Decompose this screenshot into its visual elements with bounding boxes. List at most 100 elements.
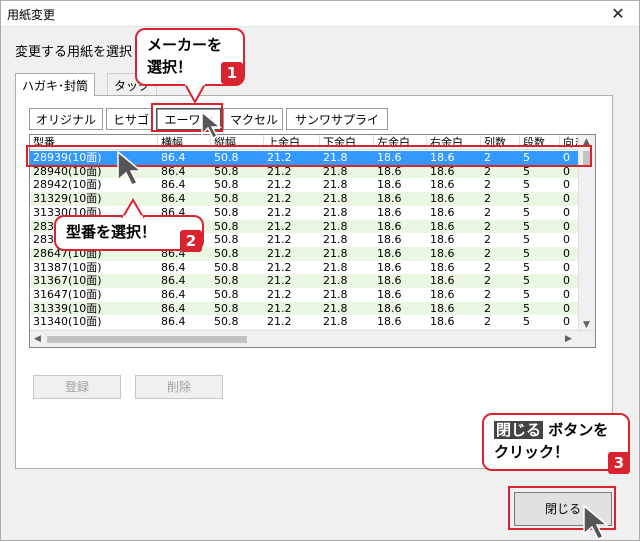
table-cell: 18.6 xyxy=(377,260,402,274)
table-cell: 31387(10面) xyxy=(33,260,102,274)
table-cell: 5 xyxy=(523,274,530,288)
table-cell: 5 xyxy=(523,301,530,315)
table-cell: 18.6 xyxy=(377,219,402,233)
table-cell: 18.6 xyxy=(430,178,455,192)
step-badge-1: 1 xyxy=(221,62,243,84)
table-cell: 21.2 xyxy=(267,178,292,192)
scroll-right-icon[interactable]: ▶ xyxy=(565,334,572,344)
table-cell: 86.4 xyxy=(161,192,186,206)
table-row[interactable]: 31367(10面) 86.4 50.8 21.2 21.8 18.6 18.6 2 5 0 xyxy=(30,274,595,288)
table-cell: 18.6 xyxy=(377,192,402,206)
callout-2-text: 型番を選択！ xyxy=(66,223,157,241)
table-cell: 21.2 xyxy=(267,205,292,219)
table-row[interactable]: 31647(10面) 86.4 50.8 21.2 21.8 18.6 18.6 2 5 0 xyxy=(30,288,595,302)
maker-button-hisago[interactable]: ヒサゴ xyxy=(106,108,152,130)
table-cell: 21.8 xyxy=(323,233,348,247)
table-cell: 18.6 xyxy=(430,288,455,301)
table-cell: 5 xyxy=(523,219,530,233)
maker-button-sanwa-supply[interactable]: サンワサプライ xyxy=(286,108,388,130)
table-cell: 18.6 xyxy=(430,205,455,219)
table-cell: 5 xyxy=(523,178,530,192)
table-cell: 18.6 xyxy=(430,192,455,206)
table-cell: 86.4 xyxy=(161,288,186,301)
table-cell: 18.6 xyxy=(430,301,455,315)
table-row[interactable]: 28942(10面) 86.4 50.8 21.2 21.8 18.6 18.6 2 5 0 xyxy=(30,178,595,192)
table-cell: 21.2 xyxy=(267,301,292,315)
mouse-cursor-icon xyxy=(583,504,608,540)
table-cell: 31367(10面) xyxy=(33,274,102,288)
table-cell: 2 xyxy=(484,315,491,329)
table-cell: 0 xyxy=(563,315,570,329)
table-cell: 21.8 xyxy=(323,301,348,315)
table-row[interactable]: 31387(10面) 86.4 50.8 21.2 21.8 18.6 18.6 2 5 0 xyxy=(30,261,595,275)
table-cell: 21.8 xyxy=(323,274,348,288)
table-cell: 2 xyxy=(484,192,491,206)
window-title: 用紙変更 xyxy=(7,8,56,22)
table-cell: 5 xyxy=(523,288,530,301)
scroll-down-icon[interactable]: ▼ xyxy=(583,320,590,330)
callout-3-line1: ボタンを xyxy=(543,421,609,439)
table-row[interactable]: 31340(10面) 86.4 50.8 21.2 21.8 18.6 18.6 2 5 0 xyxy=(30,315,595,329)
table-cell: 21.2 xyxy=(267,315,292,329)
table-cell: 18.6 xyxy=(430,219,455,233)
table-cell: 18.6 xyxy=(377,246,402,260)
table-cell: 31647(10面) xyxy=(33,288,102,301)
table-cell: 21.8 xyxy=(323,178,348,192)
table-cell: 86.4 xyxy=(161,274,186,288)
tab-hagaki-envelope[interactable]: ハガキ･封筒 xyxy=(15,73,96,96)
close-icon[interactable]: ✕ xyxy=(603,2,633,26)
horizontal-scroll-thumb[interactable] xyxy=(47,336,247,343)
table-cell: 21.2 xyxy=(267,274,292,288)
table-cell: 50.8 xyxy=(214,315,239,329)
callout-3-line2: クリック！ xyxy=(494,443,570,461)
callout-3-highlight: 閉じる xyxy=(494,421,544,439)
table-cell: 21.2 xyxy=(267,219,292,233)
scroll-left-icon[interactable]: ◀ xyxy=(34,334,41,344)
table-cell: 18.6 xyxy=(430,274,455,288)
table-cell: 0 xyxy=(563,246,570,260)
table-cell: 50.8 xyxy=(214,178,239,192)
table-cell: 2 xyxy=(484,246,491,260)
table-cell: 18.6 xyxy=(377,288,402,301)
table-cell: 2 xyxy=(484,205,491,219)
delete-button[interactable]: 削除 xyxy=(135,375,223,399)
table-cell: 0 xyxy=(563,178,570,192)
table-cell: 18.6 xyxy=(430,260,455,274)
table-cell: 0 xyxy=(563,192,570,206)
table-cell: 50.8 xyxy=(214,205,239,219)
mouse-cursor-icon xyxy=(117,150,142,186)
table-cell: 21.2 xyxy=(267,192,292,206)
callout-2-pointer xyxy=(121,198,145,218)
table-cell: 50.8 xyxy=(214,288,239,301)
table-cell: 18.6 xyxy=(377,274,402,288)
table-cell: 0 xyxy=(563,274,570,288)
table-cell: 86.4 xyxy=(161,178,186,192)
table-cell: 50.8 xyxy=(214,260,239,274)
maker-button-maxell[interactable]: マクセル xyxy=(223,108,283,130)
table-cell: 18.6 xyxy=(430,233,455,247)
table-cell: 31340(10面) xyxy=(33,315,102,329)
table-cell: 5 xyxy=(523,260,530,274)
table-row[interactable]: 31329(10面) 86.4 50.8 21.2 21.8 18.6 18.6 2 5 0 xyxy=(30,192,595,206)
table-cell: 86.4 xyxy=(161,260,186,274)
step-badge-2: 2 xyxy=(180,230,202,252)
table-cell: 0 xyxy=(563,260,570,274)
table-cell: 21.8 xyxy=(323,246,348,260)
table-cell: 18.6 xyxy=(430,315,455,329)
maker-button-original[interactable]: オリジナル xyxy=(29,108,103,130)
table-row[interactable]: 31339(10面) 86.4 50.8 21.2 21.8 18.6 18.6 2 5 0 xyxy=(30,301,595,316)
title-bar: 用紙変更 ✕ xyxy=(1,1,639,27)
horizontal-scrollbar[interactable]: ◀ ▶ xyxy=(30,330,595,347)
table-cell: 86.4 xyxy=(161,301,186,315)
table-cell: 50.8 xyxy=(214,301,239,315)
table-cell: 0 xyxy=(563,219,570,233)
row-highlight-box xyxy=(26,145,592,167)
register-button[interactable]: 登録 xyxy=(33,375,121,399)
table-cell: 2 xyxy=(484,288,491,301)
table-cell: 2 xyxy=(484,178,491,192)
table-cell: 21.2 xyxy=(267,288,292,301)
callout-1-pointer xyxy=(183,84,207,104)
table-cell: 21.2 xyxy=(267,233,292,247)
table-cell: 21.8 xyxy=(323,205,348,219)
table-cell: 21.8 xyxy=(323,192,348,206)
